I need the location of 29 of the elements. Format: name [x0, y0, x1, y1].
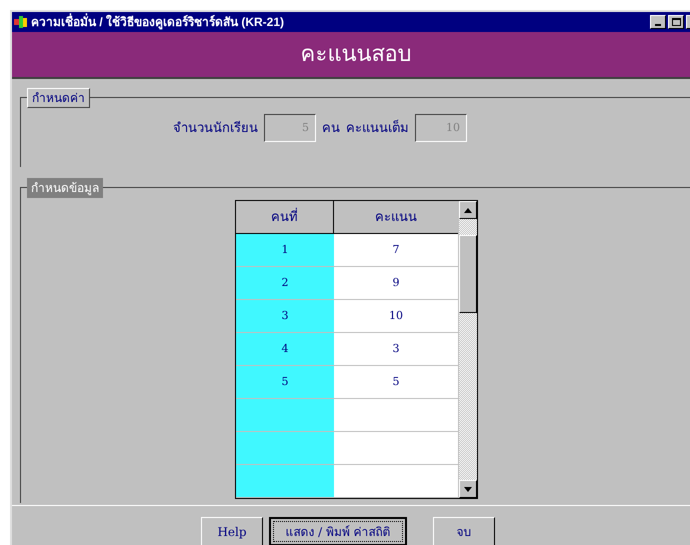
group-legend: กำหนดค่า [27, 88, 90, 108]
scroll-up-icon[interactable] [459, 201, 477, 219]
row-number-cell: 5 [236, 366, 334, 398]
button[interactable]: จบ [433, 517, 495, 545]
button[interactable]: แสดง / พิมพ์ ค่าสถิติ [269, 517, 407, 545]
table-cell-text: 10 [388, 308, 404, 324]
scrollbar[interactable] [458, 201, 477, 498]
table-cell-text: 5 [392, 374, 400, 390]
app-icon [14, 15, 28, 29]
window-title: ความเชื่อมั่น / ใช้วิธีของคูเดอร์ริชาร์ดสัน (KR-21) [31, 13, 284, 31]
scroll-thumb[interactable] [459, 235, 477, 313]
table-cell-text: 3 [392, 340, 400, 357]
field-label: คะแนนเต็ม [346, 118, 409, 138]
maximize-icon[interactable] [668, 15, 684, 29]
row-number-cell: 1 [236, 234, 334, 266]
row-number-cell: 4 [236, 333, 334, 365]
column-header: คะแนน [334, 201, 458, 233]
table-cell-text: 7 [392, 242, 400, 258]
group-legend: กำหนดข้อมูล [27, 178, 103, 198]
header-title: คะแนนสอบ [300, 41, 412, 69]
scroll-down-icon[interactable] [459, 480, 477, 498]
row-number-cell: 2 [236, 267, 334, 299]
button[interactable]: Help [201, 517, 263, 545]
row-number-cell: 3 [236, 300, 334, 332]
unit-label: คน [322, 119, 340, 138]
field-label: จำนวนนักเรียน [173, 119, 258, 138]
table-cell-text: 9 [392, 274, 400, 291]
column-header: คนที่ [236, 201, 334, 233]
minimize-icon[interactable] [650, 15, 666, 29]
